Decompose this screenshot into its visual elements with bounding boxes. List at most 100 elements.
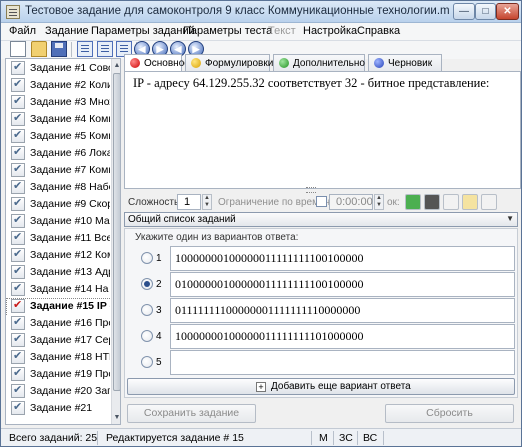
complexity-spinner[interactable]: ▲ ▼ (202, 194, 212, 210)
task-label: Задание #17 Сервис (30, 334, 110, 346)
checkmark-icon (11, 213, 25, 228)
camera-icon[interactable] (424, 194, 440, 210)
time-spinner[interactable]: ▲ ▼ (374, 194, 384, 210)
task-list-item[interactable]: Задание #11 Всемирн (6, 230, 110, 247)
task-list-item[interactable]: Задание #14 На мест (6, 281, 110, 298)
answer-radio[interactable] (141, 252, 153, 264)
answer-field[interactable] (170, 350, 515, 375)
toolbar-separator (71, 42, 72, 57)
task-label: Задание #20 Запрос (30, 385, 110, 397)
answer-field[interactable]: 10000000100000011111111101000000 (170, 324, 515, 349)
save-task-button[interactable]: Сохранить задание (127, 404, 256, 423)
answer-text: 10000000100000011111111100100000 (175, 251, 364, 265)
task-list-item[interactable]: Задание #13 Адрес к (6, 264, 110, 281)
paste-icon[interactable] (462, 194, 478, 210)
task-list-item[interactable]: Задание #6 Локальн (6, 145, 110, 162)
task-list-item[interactable]: Задание #1 Совокупн (6, 60, 110, 77)
task-list-item[interactable]: Задание #8 Набор пр (6, 179, 110, 196)
menu-task-params[interactable]: Параметры заданий (91, 25, 195, 37)
tab-additional[interactable]: Дополнительно (273, 54, 365, 71)
question-editor[interactable]: IP - адресу 64.129.255.32 соответствует … (124, 71, 521, 189)
reset-button[interactable]: Сбросить (385, 404, 514, 423)
save-icon[interactable] (51, 41, 67, 57)
scroll-down-icon[interactable]: ▼ (113, 412, 120, 423)
checkmark-icon (11, 349, 25, 364)
minimize-button[interactable]: — (453, 3, 475, 20)
menu-test-params[interactable]: Параметры теста (183, 25, 272, 37)
add-answer-button[interactable]: + Добавить еще вариант ответа (127, 378, 515, 395)
task-list-item[interactable]: Задание #5 Компьют (6, 128, 110, 145)
task-list-item[interactable]: Задание #21 (6, 400, 110, 417)
task-list-item[interactable]: Задание #4 Компьют (6, 111, 110, 128)
maximize-button[interactable]: □ (475, 3, 496, 20)
question-text: IP - адресу 64.129.255.32 соответствует … (133, 76, 490, 90)
task-list-item[interactable]: Задание #18 HTML - (6, 349, 110, 366)
time-value: 0:00:00 (336, 196, 373, 208)
answer-field[interactable]: 10000000100000011111111100100000 (170, 246, 515, 271)
scrollbar-thumb[interactable] (113, 73, 120, 391)
answer-field[interactable]: 01000000100000011111111100100000 (170, 272, 515, 297)
task-label: Задание #16 Програм (30, 317, 110, 329)
complexity-input[interactable]: 1 (177, 194, 201, 210)
task-label: Задание #7 Компьют (30, 164, 110, 176)
checkmark-icon (11, 281, 25, 296)
task-list-item[interactable]: Задание #7 Компьют (6, 162, 110, 179)
status-bar: Всего заданий: 25 Редактируется задание … (1, 428, 521, 446)
add-answer-label: Добавить еще вариант ответа (271, 381, 411, 392)
menu-help[interactable]: Справка (357, 25, 400, 37)
tab-additional-label: Дополнительно (293, 58, 365, 69)
task-label: Задание #6 Локальн (30, 147, 110, 159)
app-icon (6, 5, 20, 19)
menu-file[interactable]: Файл (9, 25, 36, 37)
ok-label: ок: (387, 197, 400, 208)
menu-task[interactable]: Задание (45, 25, 89, 37)
blank-icon[interactable] (443, 194, 459, 210)
menu-text[interactable]: Текст (268, 25, 296, 37)
task-label: Задание #14 На мест (30, 283, 110, 295)
task-list-item[interactable]: Задание #15 IP - а (6, 298, 110, 315)
task-list-item[interactable]: Задание #10 Максим (6, 213, 110, 230)
status-divider (311, 431, 312, 445)
task-list-item[interactable]: Задание #19 Протоко (6, 366, 110, 383)
task-list-item[interactable]: Задание #9 Скорость (6, 196, 110, 213)
task-label: Задание #9 Скорость (30, 198, 110, 210)
task-list-item[interactable]: Задание #12 Компьют (6, 247, 110, 264)
blank-icon-2[interactable] (481, 194, 497, 210)
answer-radio[interactable] (141, 356, 153, 368)
add-media-icon[interactable] (405, 194, 421, 210)
task-list-item[interactable]: Задание #16 Програм (6, 315, 110, 332)
tab-draft[interactable]: Черновик (368, 54, 442, 71)
menu-bar: Файл Задание Параметры заданий Параметры… (1, 23, 521, 41)
task-list-icon[interactable] (77, 41, 93, 57)
time-input[interactable]: 0:00:00 (329, 194, 373, 210)
answer-radio[interactable] (141, 278, 153, 290)
menu-settings[interactable]: Настройка (303, 25, 357, 37)
time-limit-checkbox[interactable] (316, 196, 327, 207)
new-file-icon[interactable] (10, 41, 26, 57)
blue-dot-icon (374, 58, 384, 68)
task-list-item[interactable]: Задание #3 Множест (6, 94, 110, 111)
task-list-item[interactable]: Задание #20 Запрос (6, 383, 110, 400)
scroll-up-icon[interactable]: ▲ (113, 60, 120, 71)
task-up-icon[interactable] (97, 41, 113, 57)
task-list-item[interactable]: Задание #17 Сервис (6, 332, 110, 349)
chevron-down-icon: ▼ (506, 214, 514, 223)
answer-radio[interactable] (141, 330, 153, 342)
answer-text: 01111111100000001111111110000000 (175, 303, 361, 317)
title-bar: Тестовое задание для самоконтроля 9 клас… (1, 1, 521, 23)
tab-main-label: Основное (144, 58, 190, 69)
tab-wordings[interactable]: Формулировки (185, 54, 273, 71)
task-list-item[interactable]: Задание #2 Количест (6, 77, 110, 94)
splitter-handle[interactable] (306, 187, 316, 193)
yellow-dot-icon (191, 58, 201, 68)
task-group-value: Общий список заданий (128, 214, 236, 225)
checkmark-icon (11, 332, 25, 347)
task-group-select[interactable]: Общий список заданий ▼ (124, 212, 518, 227)
task-label: Задание #18 HTML - (30, 351, 110, 363)
open-folder-icon[interactable] (31, 41, 47, 57)
answer-radio[interactable] (141, 304, 153, 316)
tab-main[interactable]: Основное (124, 54, 190, 72)
task-list-scrollbar[interactable]: ▲ ▼ (111, 59, 120, 424)
close-button[interactable]: ✕ (496, 3, 519, 20)
answer-field[interactable]: 01111111100000001111111110000000 (170, 298, 515, 323)
